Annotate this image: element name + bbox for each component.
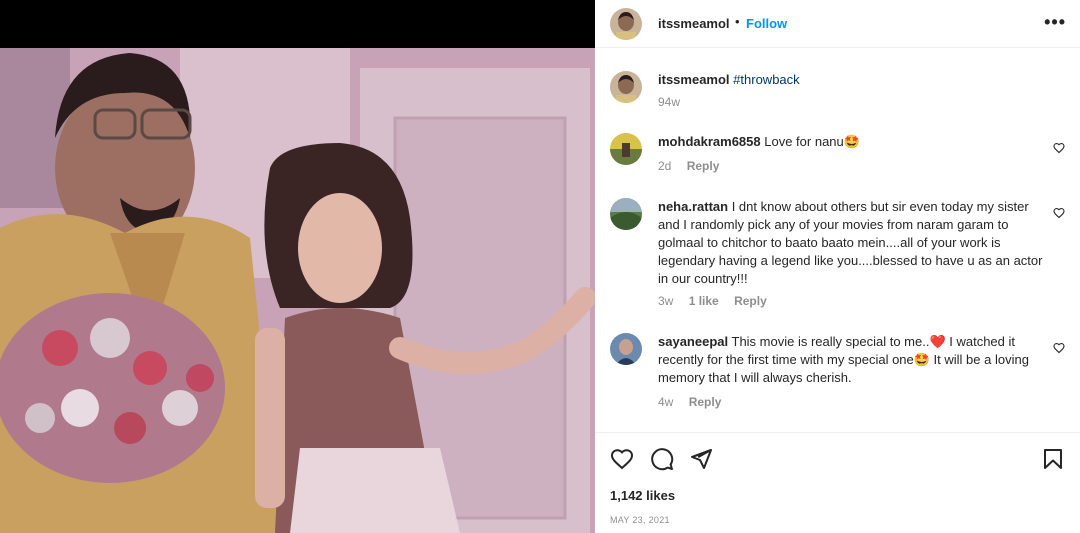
- comment-likes[interactable]: 1 like: [689, 294, 719, 308]
- caption-time: 94w: [658, 95, 681, 109]
- heart-icon[interactable]: [610, 447, 634, 471]
- comment-item: sayaneepal This movie is really special …: [610, 333, 1065, 413]
- heart-icon[interactable]: [1053, 142, 1065, 154]
- caption-username[interactable]: itssmeamol: [658, 72, 730, 87]
- header-separator: •: [735, 14, 740, 29]
- post-actions: 1,142 likes MAY 23, 2021: [595, 432, 1080, 533]
- comment-item: mohdakram6858 Love for nanu🤩 2d Reply: [610, 133, 1065, 173]
- commenter-avatar[interactable]: [610, 198, 642, 230]
- post-date: MAY 23, 2021: [610, 515, 670, 525]
- post-header: itssmeamol • Follow •••: [595, 0, 1080, 48]
- comment-time: 2d: [658, 159, 672, 173]
- comment-text: Love for nanu🤩: [764, 134, 860, 149]
- likes-count[interactable]: 1,142 likes: [610, 488, 675, 503]
- post-photo[interactable]: [0, 48, 595, 533]
- comment-icon[interactable]: [650, 447, 674, 471]
- comment-time: 4w: [658, 395, 674, 409]
- post-caption: itssmeamol #throwback 94w: [610, 71, 1065, 111]
- comment-username[interactable]: neha.rattan: [658, 199, 728, 214]
- more-options-icon[interactable]: •••: [1044, 12, 1066, 33]
- heart-icon[interactable]: [1053, 342, 1065, 354]
- comment-item: neha.rattan I dnt know about others but …: [610, 198, 1065, 313]
- caption-avatar[interactable]: [610, 71, 642, 103]
- paper-plane-icon[interactable]: [689, 447, 713, 471]
- author-username[interactable]: itssmeamol: [658, 16, 730, 31]
- post-media-panel: [0, 0, 595, 533]
- comment-time: 3w: [658, 294, 674, 308]
- caption-hashtag[interactable]: #throwback: [733, 72, 799, 87]
- bookmark-icon[interactable]: [1041, 447, 1065, 471]
- author-avatar[interactable]: [610, 8, 642, 40]
- reply-button[interactable]: Reply: [689, 395, 722, 409]
- reply-button[interactable]: Reply: [734, 294, 767, 308]
- comment-username[interactable]: mohdakram6858: [658, 134, 761, 149]
- commenter-avatar[interactable]: [610, 133, 642, 165]
- reply-button[interactable]: Reply: [687, 159, 720, 173]
- follow-button[interactable]: Follow: [746, 16, 787, 31]
- post-sidebar: itssmeamol • Follow ••• itssmeamol #thro…: [595, 0, 1080, 533]
- commenter-avatar[interactable]: [610, 333, 642, 365]
- heart-icon[interactable]: [1053, 207, 1065, 219]
- throwback-photo-illustration: [0, 48, 595, 533]
- comment-username[interactable]: sayaneepal: [658, 334, 728, 349]
